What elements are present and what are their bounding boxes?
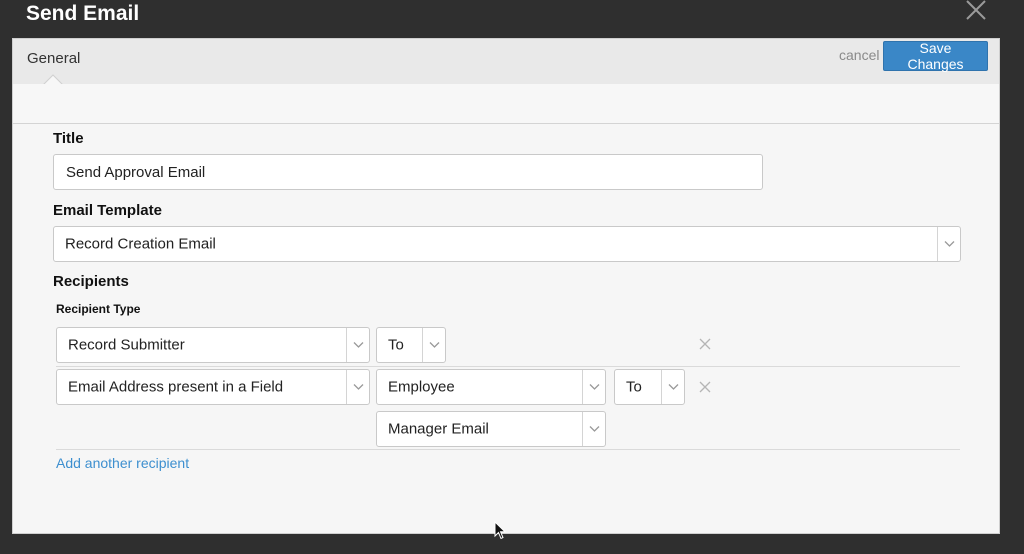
remove-icon[interactable] bbox=[698, 337, 712, 351]
recipients-label: Recipients bbox=[53, 273, 129, 290]
recipient-mode-select[interactable]: To bbox=[376, 327, 446, 363]
add-recipient-link[interactable]: Add another recipient bbox=[56, 455, 189, 471]
chevron-down-icon[interactable] bbox=[582, 370, 605, 404]
recipient-subfield-value: Manager Email bbox=[388, 420, 489, 438]
save-changes-button[interactable]: Save Changes bbox=[883, 40, 988, 72]
remove-icon[interactable] bbox=[698, 380, 712, 394]
recipient-mode-select[interactable]: To bbox=[614, 369, 685, 405]
title-label: Title bbox=[53, 130, 84, 147]
recipient-type-value: Email Address present in a Field bbox=[68, 378, 284, 396]
recipient-field-select[interactable]: Employee bbox=[376, 369, 606, 405]
recipient-field-value: Employee bbox=[388, 378, 455, 396]
chevron-down-icon[interactable] bbox=[582, 412, 605, 446]
chevron-down-icon[interactable] bbox=[422, 328, 445, 362]
email-template-value: Record Creation Email bbox=[65, 235, 216, 253]
recipient-subfield-select[interactable]: Manager Email bbox=[376, 411, 606, 447]
recipient-type-select[interactable]: Email Address present in a Field bbox=[56, 369, 370, 405]
recipient-mode-value: To bbox=[388, 336, 404, 354]
recipient-type-value: Record Submitter bbox=[68, 336, 185, 354]
mouse-pointer-icon bbox=[494, 521, 507, 540]
email-template-label: Email Template bbox=[53, 202, 162, 219]
chevron-down-icon[interactable] bbox=[661, 370, 684, 404]
chevron-down-icon[interactable] bbox=[346, 328, 369, 362]
sub-toolbar bbox=[13, 84, 999, 124]
modal-title: Send Email bbox=[26, 2, 140, 25]
tab-general[interactable]: General bbox=[27, 50, 80, 67]
cancel-link[interactable]: cancel bbox=[839, 47, 879, 63]
title-input[interactable]: Send Approval Email bbox=[53, 154, 763, 190]
chevron-down-icon[interactable] bbox=[937, 227, 960, 261]
row-divider bbox=[56, 366, 960, 367]
recipient-type-select[interactable]: Record Submitter bbox=[56, 327, 370, 363]
modal-panel: General cancel Save Changes Title Send A… bbox=[12, 38, 1000, 534]
row-divider bbox=[56, 449, 960, 450]
close-icon[interactable] bbox=[962, 0, 990, 24]
recipient-type-label: Recipient Type bbox=[56, 302, 141, 316]
recipient-mode-value: To bbox=[626, 378, 642, 396]
tab-bar: General cancel Save Changes bbox=[13, 39, 999, 86]
chevron-down-icon[interactable] bbox=[346, 370, 369, 404]
title-input-value: Send Approval Email bbox=[66, 163, 206, 181]
email-template-select[interactable]: Record Creation Email bbox=[53, 226, 961, 262]
